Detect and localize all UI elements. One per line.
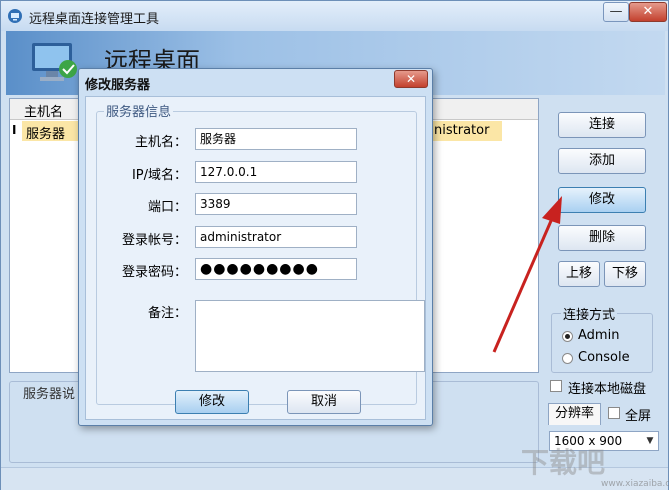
port-label: 端口： (147, 200, 187, 215)
dialog-body: 主机名： 服务器 IP/域名： 127.0.0.1 端口： 3389 登录帐号：… (85, 96, 426, 420)
server-info-group: 主机名： 服务器 IP/域名： 127.0.0.1 端口： 3389 登录帐号：… (96, 111, 425, 414)
close-button[interactable]: ✕ (629, 2, 667, 22)
fullscreen-checkbox[interactable] (608, 407, 620, 419)
note-label: 备注： (147, 306, 187, 321)
host-label: 主机名： (134, 135, 187, 150)
window-title: 远程桌面连接管理工具 (29, 12, 160, 27)
column-header-host[interactable]: 主机名 (24, 101, 63, 120)
local-disk-label: 连接本地磁盘 (568, 382, 647, 397)
title-bar: 远程桌面连接管理工具 — ✕ (1, 1, 668, 31)
account-input[interactable]: administrator (195, 226, 357, 248)
local-disk-checkbox[interactable] (550, 380, 562, 392)
password-label: 登录密码： (121, 265, 187, 280)
account-label: 登录帐号： (121, 233, 187, 248)
ip-label: IP/域名： (131, 168, 187, 183)
fullscreen-label: 全屏 (625, 409, 652, 424)
cell-user: nistrator (434, 123, 490, 138)
dialog-cancel-button[interactable]: 取消 (287, 390, 361, 414)
watermark-url: www.xiazaiba.com (601, 479, 669, 489)
minimize-button[interactable]: — (603, 2, 629, 22)
note-textarea[interactable] (195, 300, 425, 372)
radio-console-label: Console (578, 350, 630, 365)
server-info-group-label: 服务器信息 (104, 101, 174, 120)
dialog-close-button[interactable]: ✕ (394, 70, 428, 88)
tab-resolution[interactable]: 分辨率 (548, 403, 601, 425)
edit-server-dialog: 修改服务器 ✕ 主机名： 服务器 IP/域名： 127.0.0.1 端口： 33… (78, 68, 433, 426)
connect-button[interactable]: 连接 (558, 112, 646, 138)
cell-host: 服务器 (26, 127, 66, 142)
password-input[interactable]: ●●●●●●●●● (195, 258, 357, 280)
row-marker: I (12, 123, 17, 137)
remote-desktop-icon (32, 43, 77, 81)
annotation-arrow-icon (492, 196, 562, 353)
dialog-ok-button[interactable]: 修改 (175, 390, 249, 414)
description-label: 服务器说 (21, 383, 78, 402)
ip-input[interactable]: 127.0.0.1 (195, 161, 357, 183)
radio-admin-label: Admin (578, 328, 620, 343)
dialog-title: 修改服务器 (85, 78, 151, 93)
watermark-logo: 下载吧 (521, 446, 606, 479)
chevron-down-icon: ▼ (646, 436, 654, 446)
add-button[interactable]: 添加 (558, 148, 646, 174)
app-icon (8, 9, 22, 23)
move-down-button[interactable]: 下移 (604, 261, 646, 287)
host-input[interactable]: 服务器 (195, 128, 357, 150)
port-input[interactable]: 3389 (195, 193, 357, 215)
